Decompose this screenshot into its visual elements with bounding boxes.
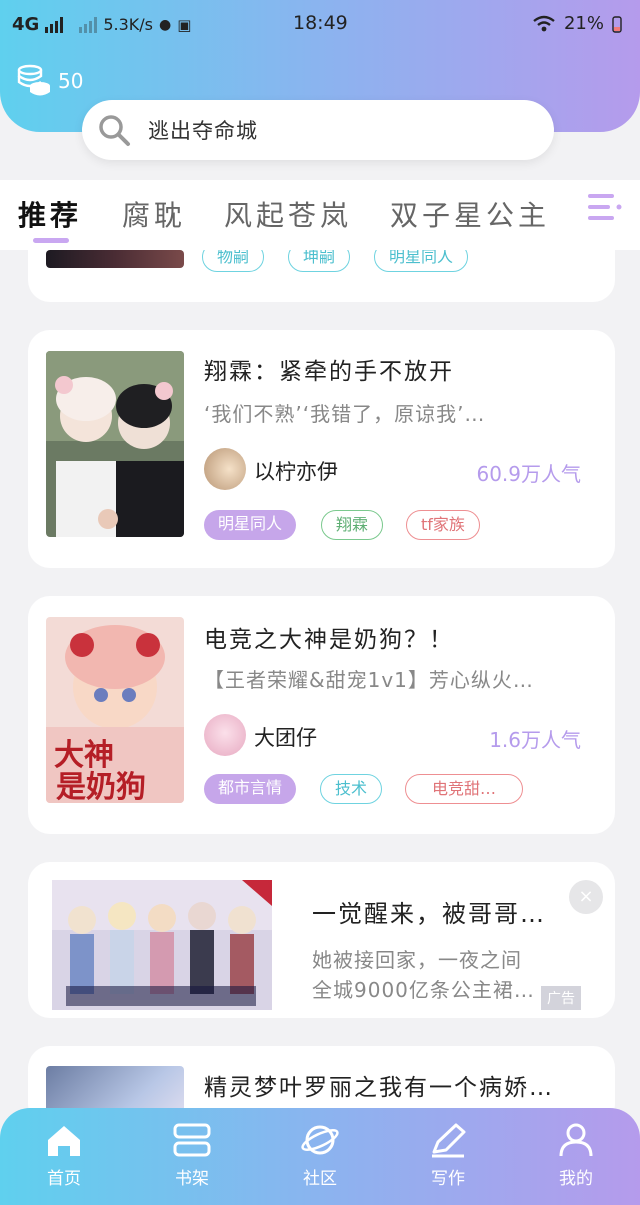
book-card-partial[interactable]: 物嗣 坤嗣 明星同人 xyxy=(28,250,615,302)
clock: 18:49 xyxy=(293,12,348,34)
book-desc: ‘我们不熟’‘我错了，原谅我’… xyxy=(204,402,486,426)
coin-count: 50 xyxy=(58,69,84,93)
ad-label: 广告 xyxy=(541,986,581,1010)
bottom-nav: 首页 书架 社区 写作 我的 xyxy=(0,1108,640,1205)
cover-title-2: 是奶狗 xyxy=(56,770,146,803)
nav-label: 我的 xyxy=(559,1169,593,1189)
tag[interactable]: 坤嗣 xyxy=(288,250,351,272)
ad-desc-1: 她被接回家，一夜之间 xyxy=(312,948,522,972)
book-card[interactable]: 大神 是奶狗 电竞之大神是奶狗？！ 【王者荣耀&甜宠1v1】芳心纵火… 大团仔 … xyxy=(28,596,615,834)
tag[interactable]: 都市言情 xyxy=(204,774,297,804)
close-icon[interactable]: × xyxy=(569,880,603,914)
image-icon: ▣ xyxy=(177,15,192,34)
battery-icon xyxy=(612,15,622,33)
status-bar: 4G 5.3K/s ● ▣ 18:49 21% xyxy=(0,0,640,50)
category-tabs: 推荐 腐耽 风起苍岚 双子星公主 xyxy=(0,180,640,250)
pen-icon xyxy=(432,1123,466,1158)
notification-icon: ● xyxy=(158,16,172,33)
battery-level: 21% xyxy=(563,13,604,34)
nav-label: 首页 xyxy=(47,1169,81,1189)
search-bar[interactable]: 逃出夺命城 xyxy=(82,100,554,160)
coin-balance[interactable]: 50 xyxy=(16,64,83,98)
tab-twin-princess[interactable]: 双子星公主 xyxy=(390,194,550,234)
search-icon xyxy=(99,115,130,146)
nav-write[interactable]: 写作 xyxy=(408,1122,488,1189)
signal-2-icon xyxy=(79,16,98,33)
book-card[interactable]: 翔霖：紧牵的手不放开 ‘我们不熟’‘我错了，原谅我’… 以柠亦伊 60.9万人气… xyxy=(28,330,615,568)
popularity: 1.6万人气 xyxy=(489,728,581,752)
user-icon xyxy=(559,1123,593,1157)
book-title[interactable]: 电竞之大神是奶狗？！ xyxy=(204,620,454,654)
ad-card[interactable]: 一觉醒来，被哥哥… 她被接回家，一夜之间 全城9000亿条公主裙… × 广告 xyxy=(28,862,615,1018)
book-cover xyxy=(46,351,184,537)
nav-label: 写作 xyxy=(431,1169,465,1189)
bookshelf-icon xyxy=(173,1123,211,1157)
tab-fengqi[interactable]: 风起苍岚 xyxy=(224,194,352,234)
author-name[interactable]: 大团仔 xyxy=(254,722,317,752)
nav-bookshelf[interactable]: 书架 xyxy=(152,1122,232,1189)
status-left: 4G 5.3K/s ● ▣ xyxy=(12,14,191,35)
tab-danmei[interactable]: 腐耽 xyxy=(122,194,186,234)
ad-desc-2: 全城9000亿条公主裙… xyxy=(312,978,535,1002)
book-title[interactable]: 翔霖：紧牵的手不放开 xyxy=(204,352,454,386)
book-desc: 【王者荣耀&甜宠1v1】芳心纵火… xyxy=(204,668,534,692)
tag[interactable]: tf家族 xyxy=(406,510,480,540)
signal-icon xyxy=(45,16,64,33)
search-input[interactable]: 逃出夺命城 xyxy=(148,115,258,145)
tag[interactable]: 明星同人 xyxy=(204,510,297,540)
tab-recommend[interactable]: 推荐 xyxy=(18,194,82,234)
net-speed: 5.3K/s xyxy=(103,15,153,34)
ad-title[interactable]: 一觉醒来，被哥哥… xyxy=(312,894,546,929)
network-type: 4G xyxy=(12,14,40,35)
nav-label: 社区 xyxy=(303,1169,337,1189)
wifi-icon xyxy=(533,15,555,31)
nav-home[interactable]: 首页 xyxy=(24,1122,104,1189)
ad-image xyxy=(52,880,272,1010)
home-icon xyxy=(48,1126,80,1156)
status-right: 21% xyxy=(532,13,622,34)
author-avatar xyxy=(204,448,246,490)
book-title[interactable]: 精灵梦叶罗丽之我有一个病娇… xyxy=(204,1068,554,1102)
tag[interactable]: 明星同人 xyxy=(374,250,469,272)
tab-menu-icon[interactable] xyxy=(588,190,622,226)
author-avatar xyxy=(204,714,246,756)
popularity: 60.9万人气 xyxy=(476,462,581,486)
nav-label: 书架 xyxy=(175,1169,209,1189)
tag[interactable]: 技术 xyxy=(320,774,383,804)
tag[interactable]: 电竞甜… xyxy=(405,774,523,804)
active-tab-indicator xyxy=(33,238,69,243)
tag[interactable]: 翔霖 xyxy=(321,510,384,540)
coin-stack-icon xyxy=(17,64,50,96)
book-cover: 大神 是奶狗 xyxy=(46,617,184,803)
author-name[interactable]: 以柠亦伊 xyxy=(254,456,338,486)
cover-title-1: 大神 xyxy=(54,738,114,773)
tag[interactable]: 物嗣 xyxy=(202,250,265,272)
planet-icon xyxy=(301,1125,339,1155)
book-cover xyxy=(46,250,184,268)
nav-community[interactable]: 社区 xyxy=(280,1122,360,1189)
nav-profile[interactable]: 我的 xyxy=(536,1122,616,1189)
